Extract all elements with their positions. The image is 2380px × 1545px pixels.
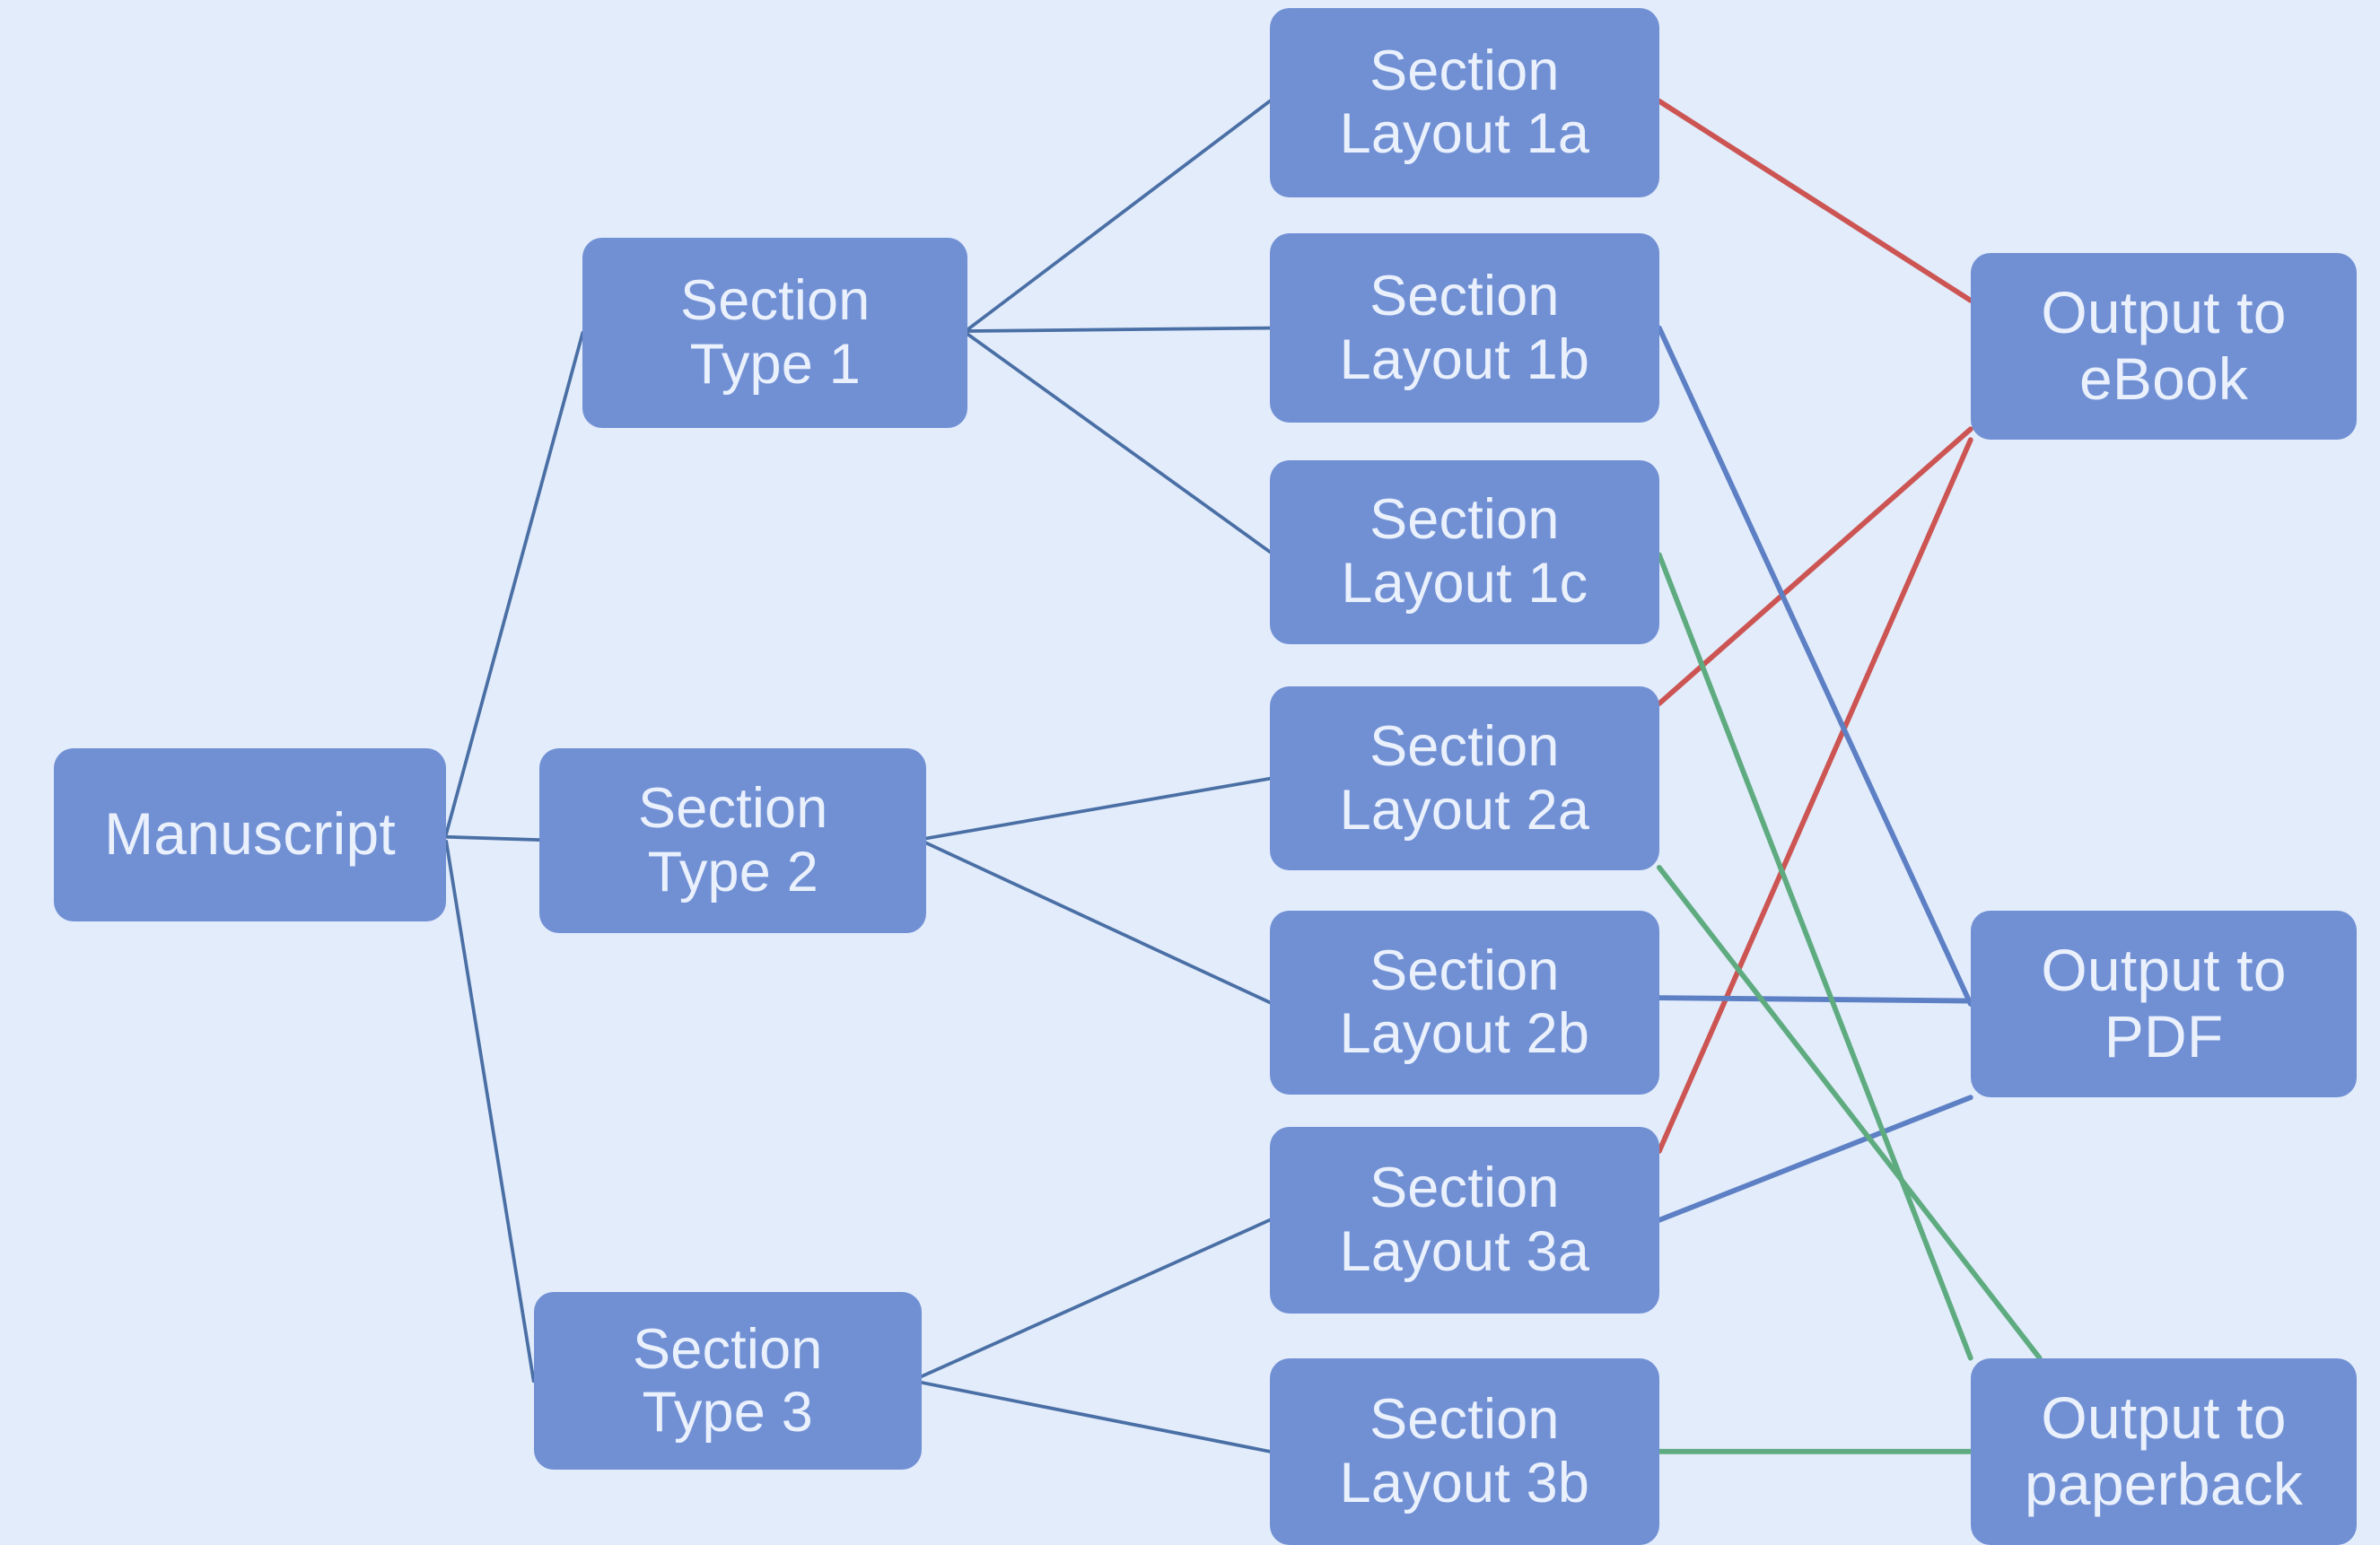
edge-type2-to-layout2b [924, 841, 1272, 1005]
edge-layout1a-to-ebook [1656, 98, 1973, 303]
edge-manuscript-to-type2 [444, 834, 542, 842]
node-layout-1c[interactable]: Section Layout 1c [1269, 459, 1659, 644]
edge-type2-to-layout2a [924, 776, 1272, 841]
node-layout-2a[interactable]: Section Layout 2a [1269, 686, 1659, 871]
node-type-3[interactable]: Section Type 3 [533, 1292, 922, 1471]
edge-layout2b-to-pdf [1656, 995, 1973, 1004]
node-type-1[interactable]: Section Type 1 [582, 237, 968, 428]
edge-layout1c-to-paperback [1656, 552, 1973, 1361]
edge-type1-to-layout1c [966, 332, 1272, 554]
node-manuscript[interactable]: Manuscript [53, 747, 447, 921]
node-type-2[interactable]: Section Type 2 [539, 747, 927, 934]
diagram-canvas: Manuscript Section Type 1 Section Type 2 Se… [0, 0, 2380, 1545]
node-layout-1a[interactable]: Section Layout 1a [1269, 7, 1659, 198]
edge-layout3a-to-pdf [1656, 1095, 1973, 1223]
node-layout-1b[interactable]: Section Layout 1b [1269, 232, 1659, 423]
edge-layout1b-to-pdf [1656, 325, 1973, 1007]
node-paperback[interactable]: Output to paperback [1970, 1357, 2358, 1545]
node-pdf[interactable]: Output to PDF [1970, 910, 2358, 1098]
node-ebook[interactable]: Output to eBook [1970, 252, 2358, 441]
edge-manuscript-to-type3 [444, 839, 536, 1384]
node-layout-3a[interactable]: Section Layout 3a [1269, 1126, 1659, 1314]
edge-type1-to-layout1a [966, 99, 1272, 332]
edge-type3-to-layout3b [920, 1381, 1272, 1453]
edge-layout3a-to-ebook [1656, 437, 1973, 1154]
edge-type3-to-layout3a [920, 1218, 1272, 1378]
node-layout-3b[interactable]: Section Layout 3b [1269, 1357, 1659, 1545]
edge-type1-to-layout1b [966, 326, 1272, 333]
node-layout-2b[interactable]: Section Layout 2b [1269, 910, 1659, 1095]
